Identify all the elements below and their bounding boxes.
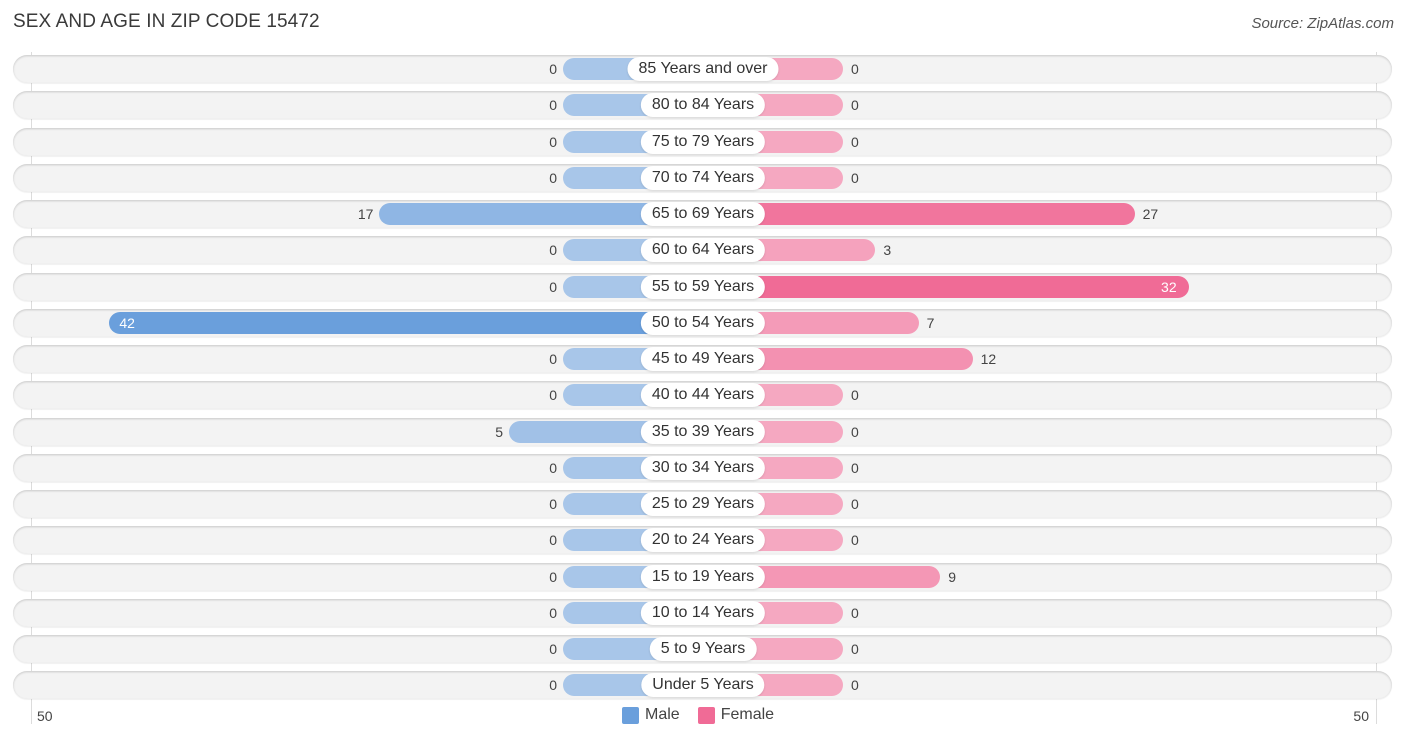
value-label-male: 42	[119, 314, 135, 331]
value-label-male: 0	[549, 568, 557, 585]
bar-male	[109, 311, 703, 334]
value-label-male: 0	[549, 496, 557, 512]
value-label-female: 0	[851, 641, 859, 657]
value-label-male: 0	[549, 459, 557, 476]
value-label-female: 0	[851, 61, 859, 77]
legend-item-female: Female	[697, 706, 775, 724]
value-label-female: 32	[1161, 278, 1177, 295]
value-label-male: 0	[549, 677, 557, 694]
axis-tick-right: 50	[1353, 708, 1369, 724]
chart-title: SEX AND AGE IN ZIP CODE 15472	[13, 11, 320, 32]
value-label-female: 0	[851, 532, 859, 549]
value-label-male: 0	[549, 351, 557, 367]
value-label-female: 9	[948, 568, 956, 585]
category-label: 5 to 9 Years	[649, 637, 757, 661]
value-label-female: 0	[851, 423, 859, 440]
value-label-female: 0	[851, 604, 859, 621]
value-label-male: 0	[549, 278, 557, 295]
legend-label-female: Female	[720, 706, 775, 723]
bar-female	[703, 275, 1189, 298]
category-label: 15 to 19 Years	[640, 564, 766, 589]
axis-tick-left: 50	[37, 708, 53, 724]
category-label: 55 to 59 Years	[640, 274, 766, 299]
value-label-male: 0	[549, 61, 557, 77]
category-label: 40 to 44 Years	[640, 383, 766, 408]
value-label-male: 0	[549, 387, 557, 404]
bar-female	[703, 203, 1135, 225]
value-label-male: 0	[549, 97, 557, 114]
source-label: Source: ZipAtlas.com	[1251, 15, 1394, 32]
category-label: 20 to 24 Years	[640, 528, 766, 553]
value-label-female: 0	[851, 459, 859, 476]
legend-item-male: Male	[622, 706, 680, 724]
legend-swatch-female	[697, 706, 715, 724]
legend: Male Female	[622, 706, 784, 724]
category-label: 70 to 74 Years	[640, 165, 766, 190]
value-label-male: 0	[549, 641, 557, 657]
category-label: 45 to 49 Years	[640, 347, 766, 371]
category-label: 85 Years and over	[627, 57, 779, 81]
category-label: 35 to 39 Years	[640, 419, 766, 444]
value-label-female: 27	[1142, 206, 1159, 222]
category-label: 10 to 14 Years	[640, 600, 766, 625]
value-label-male: 0	[549, 532, 557, 549]
value-label-male: 5	[495, 423, 503, 440]
value-label-female: 0	[851, 387, 859, 404]
value-label-female: 0	[851, 169, 859, 186]
category-label: 75 to 79 Years	[640, 129, 766, 154]
legend-swatch-male	[622, 706, 639, 724]
category-label: 80 to 84 Years	[640, 93, 766, 118]
value-label-male: 0	[549, 133, 557, 150]
value-label-female: 0	[851, 677, 859, 694]
value-label-male: 0	[549, 169, 557, 186]
value-label-female: 3	[883, 242, 892, 259]
category-label: 50 to 54 Years	[640, 310, 766, 335]
category-label: 65 to 69 Years	[640, 202, 766, 226]
value-label-male: 0	[549, 604, 557, 621]
category-label: Under 5 Years	[641, 673, 765, 698]
legend-label-male: Male	[645, 706, 680, 723]
value-label-male: 0	[549, 242, 557, 259]
value-label-female: 12	[980, 351, 997, 367]
category-label: 25 to 29 Years	[640, 492, 766, 516]
value-label-female: 0	[851, 97, 859, 114]
value-label-female: 7	[926, 314, 935, 331]
value-label-male: 17	[357, 206, 374, 222]
category-label: 30 to 34 Years	[640, 455, 766, 480]
value-label-female: 0	[851, 496, 859, 512]
value-label-female: 0	[851, 133, 859, 150]
category-label: 60 to 64 Years	[640, 238, 766, 263]
